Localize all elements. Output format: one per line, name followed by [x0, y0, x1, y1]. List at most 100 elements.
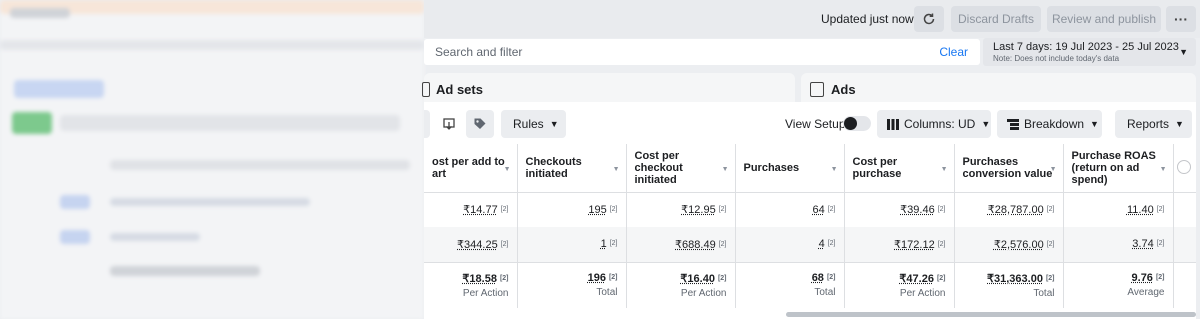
column-header[interactable]: ost per add to art ▼ [424, 144, 518, 193]
sort-icon: ▼ [721, 166, 729, 173]
discard-drafts-button[interactable]: Discard Drafts [951, 6, 1041, 32]
cell-value[interactable]: 3.74 [1132, 238, 1153, 250]
total-value[interactable]: ₹31,363.00 [987, 273, 1043, 285]
tag-button[interactable] [466, 110, 494, 138]
total-value[interactable]: 68 [812, 272, 824, 284]
footnote-marker: [2] [826, 274, 836, 282]
table-cell: 64 [2] [735, 192, 845, 227]
date-range-note: Note: Does not include today's data [993, 54, 1120, 63]
cell-value[interactable]: ₹28,787.00 [988, 204, 1044, 216]
horizontal-scrollbar[interactable] [786, 312, 1196, 317]
duplicate-button[interactable] [435, 110, 463, 138]
footnote-marker: [2] [718, 240, 727, 248]
total-value[interactable]: 196 [588, 272, 606, 284]
total-type-label: Per Action [899, 287, 946, 299]
search-bar[interactable]: Search and filter Clear [424, 39, 980, 65]
sort-icon: ▼ [612, 166, 620, 173]
total-type-label: Total [1033, 287, 1055, 299]
total-value[interactable]: ₹47.26 [899, 273, 934, 285]
table-row[interactable]: ₹344.25 [2] 1 [2] ₹688.49 [2] 4 [2] ₹172.12[… [424, 227, 1196, 262]
table-cell: ₹14.77 [2] [424, 192, 518, 227]
cell-value[interactable]: 1 [601, 238, 607, 250]
total-cell: ₹16.40 [2] Per Action [626, 261, 736, 308]
cell-value[interactable]: 64 [812, 204, 824, 216]
total-value[interactable]: ₹16.40 [680, 273, 715, 285]
breakdown-dropdown[interactable]: Breakdown ▼ [997, 110, 1102, 138]
footnote-marker: [2] [937, 240, 946, 248]
column-header[interactable]: Purchases ▼ [735, 144, 845, 193]
table-cell: ₹39.46 [2] [844, 192, 955, 227]
cell-value[interactable]: ₹172.12 [894, 239, 935, 251]
column-header-label: ost per add to art [432, 155, 505, 180]
columns-icon [887, 118, 899, 130]
total-cell: 9.76 [2] Average [1063, 261, 1174, 308]
review-and-publish-button[interactable]: Review and publish [1047, 6, 1161, 32]
sort-icon: ▼ [1159, 166, 1167, 173]
column-settings-icon[interactable] [1177, 160, 1191, 174]
column-header-label: Cost per checkout initiated [634, 149, 683, 186]
column-header[interactable]: Cost per checkout initiated ▼ [626, 144, 736, 193]
rules-label: Rules [513, 117, 544, 131]
cell-value[interactable]: 11.40 [1127, 204, 1154, 216]
footnote-marker: [2] [1046, 240, 1055, 248]
export-icon [443, 118, 455, 130]
total-type-label: Total [814, 287, 836, 299]
date-range-label: Last 7 days: 19 Jul 2023 - 25 Jul 2023 [993, 41, 1179, 53]
total-type-label: Per Action [462, 287, 509, 299]
total-cell [1173, 261, 1196, 308]
clear-link[interactable]: Clear [939, 45, 968, 59]
cell-value[interactable]: 195 [588, 204, 606, 216]
table-cell: 1 [2] [517, 227, 627, 262]
column-header[interactable]: Purchase ROAS (return on ad spend) ▼ [1063, 144, 1174, 193]
caret-down-icon: ▼ [1175, 119, 1184, 129]
total-cell: ₹31,363.00 [2] Total [954, 261, 1064, 308]
table-cell [1173, 227, 1196, 262]
rules-dropdown[interactable]: Rules ▼ [501, 110, 566, 138]
table-cell: ₹172.12 [2] [844, 227, 955, 262]
column-header[interactable]: Purchases conversion value ▼ [954, 144, 1064, 193]
date-range-picker[interactable]: Last 7 days: 19 Jul 2023 - 25 Jul 2023 N… [983, 38, 1196, 66]
search-input[interactable]: Search and filter [435, 45, 522, 59]
footnote-marker: [2] [499, 274, 509, 282]
column-header[interactable]: Checkouts initiated ▼ [517, 144, 627, 193]
column-header-label: Purchase ROAS (return on ad spend) [1071, 149, 1156, 186]
total-cell: ₹47.26 [2] Per Action [844, 261, 955, 308]
total-cell: 68 [2] Total [735, 261, 845, 308]
cell-value[interactable]: 4 [819, 238, 825, 250]
table-cell: ₹344.25 [2] [424, 227, 518, 262]
footnote-marker: [2] [718, 206, 727, 214]
reports-label: Reports [1127, 117, 1170, 131]
footnote-marker: [2] [1046, 206, 1055, 214]
footnote-marker: [2] [1045, 274, 1055, 282]
cell-value[interactable]: ₹688.49 [675, 239, 716, 251]
cell-value[interactable]: ₹14.77 [463, 204, 498, 216]
footnote-marker: [2] [717, 274, 727, 282]
refresh-button[interactable] [914, 6, 944, 32]
sort-icon: ▼ [503, 166, 511, 173]
cell-value[interactable]: ₹39.46 [900, 204, 935, 216]
view-setup-toggle[interactable] [843, 116, 871, 131]
more-options-button[interactable]: ··· [1166, 6, 1196, 32]
cell-value[interactable]: ₹344.25 [457, 239, 498, 251]
sort-icon: ▼ [940, 166, 948, 173]
footnote-marker: [2] [937, 206, 946, 214]
ads-icon [810, 82, 824, 97]
cell-value[interactable]: ₹12.95 [681, 204, 716, 216]
sort-icon: ▼ [830, 166, 838, 173]
toolbar-edge-button[interactable] [424, 110, 430, 138]
tab-ads-label: Ads [831, 82, 856, 97]
header-row: ost per add to art ▼ Checkouts initiated ▼… [424, 144, 1196, 193]
total-value[interactable]: ₹18.58 [462, 273, 497, 285]
columns-dropdown[interactable]: Columns: UD ▼ [877, 110, 991, 138]
cell-value[interactable]: ₹2,576.00 [994, 239, 1044, 251]
footnote-marker: [2] [500, 240, 509, 248]
column-header[interactable]: Cost per purchase ▼ [844, 144, 955, 193]
caret-down-icon: ▼ [1090, 119, 1099, 129]
reports-dropdown[interactable]: Reports ▼ [1115, 110, 1192, 138]
table-cell: ₹28,787.00 [2] [954, 192, 1064, 227]
table-row[interactable]: ₹14.77 [2] 195 [2] ₹12.95 [2] 64 [2] ₹39.46[… [424, 192, 1196, 227]
caret-down-icon: ▼ [1179, 47, 1188, 57]
total-type-label: Total [596, 287, 618, 299]
footnote-marker: [2] [1156, 205, 1165, 213]
total-value[interactable]: 9.76 [1132, 272, 1153, 284]
